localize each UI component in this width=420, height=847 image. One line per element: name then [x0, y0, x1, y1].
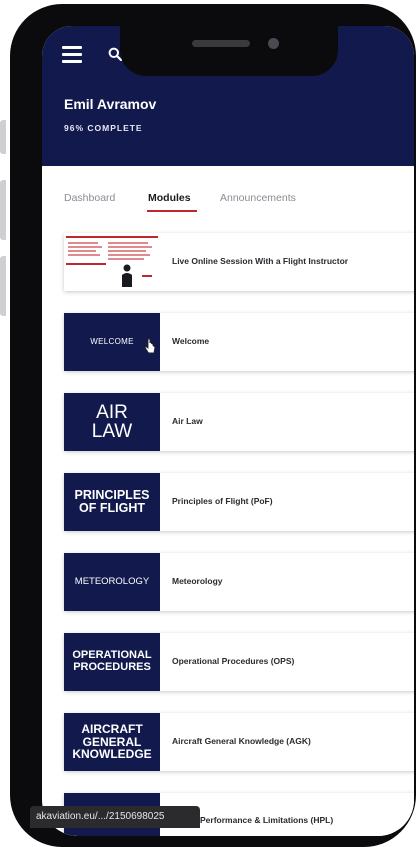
phone-shell: Emil Avramov 96% COMPLETE Dashboard Modu…: [10, 4, 416, 847]
module-thumbnail: PRINCIPLES OF FLIGHT: [64, 473, 160, 531]
module-thumbnail: METEOROLOGY: [64, 553, 160, 611]
module-thumbnail: [64, 233, 160, 291]
module-item-welcome[interactable]: WELCOME Welcome: [64, 313, 414, 371]
tab-announcements[interactable]: Announcements: [220, 192, 296, 204]
user-name: Emil Avramov: [64, 96, 157, 112]
pointer-cursor-icon: [144, 338, 156, 354]
tab-dashboard[interactable]: Dashboard: [64, 192, 115, 204]
module-title: Live Online Session With a Flight Instru…: [172, 256, 349, 266]
active-tab-indicator: [147, 210, 197, 212]
module-item-aircraft-general-knowledge[interactable]: AIRCRAFT GENERAL KNOWLEDGE Aircraft Gene…: [64, 713, 414, 771]
module-thumbnail: OPERATIONAL PROCEDURES: [64, 633, 160, 691]
module-title: Principles of Flight (PoF): [172, 496, 273, 506]
module-title: Meteorology: [172, 576, 223, 586]
app-screen: Emil Avramov 96% COMPLETE Dashboard Modu…: [42, 26, 414, 836]
course-progress: 96% COMPLETE: [64, 123, 143, 133]
menu-icon[interactable]: [62, 46, 82, 63]
front-camera: [268, 38, 279, 49]
status-url-bar: akaviation.eu/.../2150698025: [30, 806, 200, 828]
module-item-operational-procedures[interactable]: OPERATIONAL PROCEDURES Operational Proce…: [64, 633, 414, 691]
silent-switch: [0, 256, 6, 316]
module-item-principles-of-flight[interactable]: PRINCIPLES OF FLIGHT Principles of Fligh…: [64, 473, 414, 531]
module-item-meteorology[interactable]: METEOROLOGY Meteorology: [64, 553, 414, 611]
volume-down-button: [0, 180, 6, 240]
module-list: Live Online Session With a Flight Instru…: [64, 233, 414, 836]
speaker-grille: [192, 40, 250, 47]
module-title: Aircraft General Knowledge (AGK): [172, 736, 311, 746]
tab-modules[interactable]: Modules: [148, 192, 191, 204]
volume-up-button: [0, 120, 6, 154]
module-title: Welcome: [172, 336, 210, 346]
module-thumbnail: AIR LAW: [64, 393, 160, 451]
module-thumbnail: AIRCRAFT GENERAL KNOWLEDGE: [64, 713, 160, 771]
course-tabs: Dashboard Modules Announcements: [42, 186, 414, 216]
module-title-peek: Performance & Limitations (HPL): [200, 815, 334, 825]
instructor-icon: [122, 264, 132, 287]
module-title: Air Law: [172, 416, 203, 426]
module-item-air-law[interactable]: AIR LAW Air Law: [64, 393, 414, 451]
module-item-live-session[interactable]: Live Online Session With a Flight Instru…: [64, 233, 414, 291]
module-title: Operational Procedures (OPS): [172, 656, 295, 666]
phone-notch: [120, 26, 338, 76]
